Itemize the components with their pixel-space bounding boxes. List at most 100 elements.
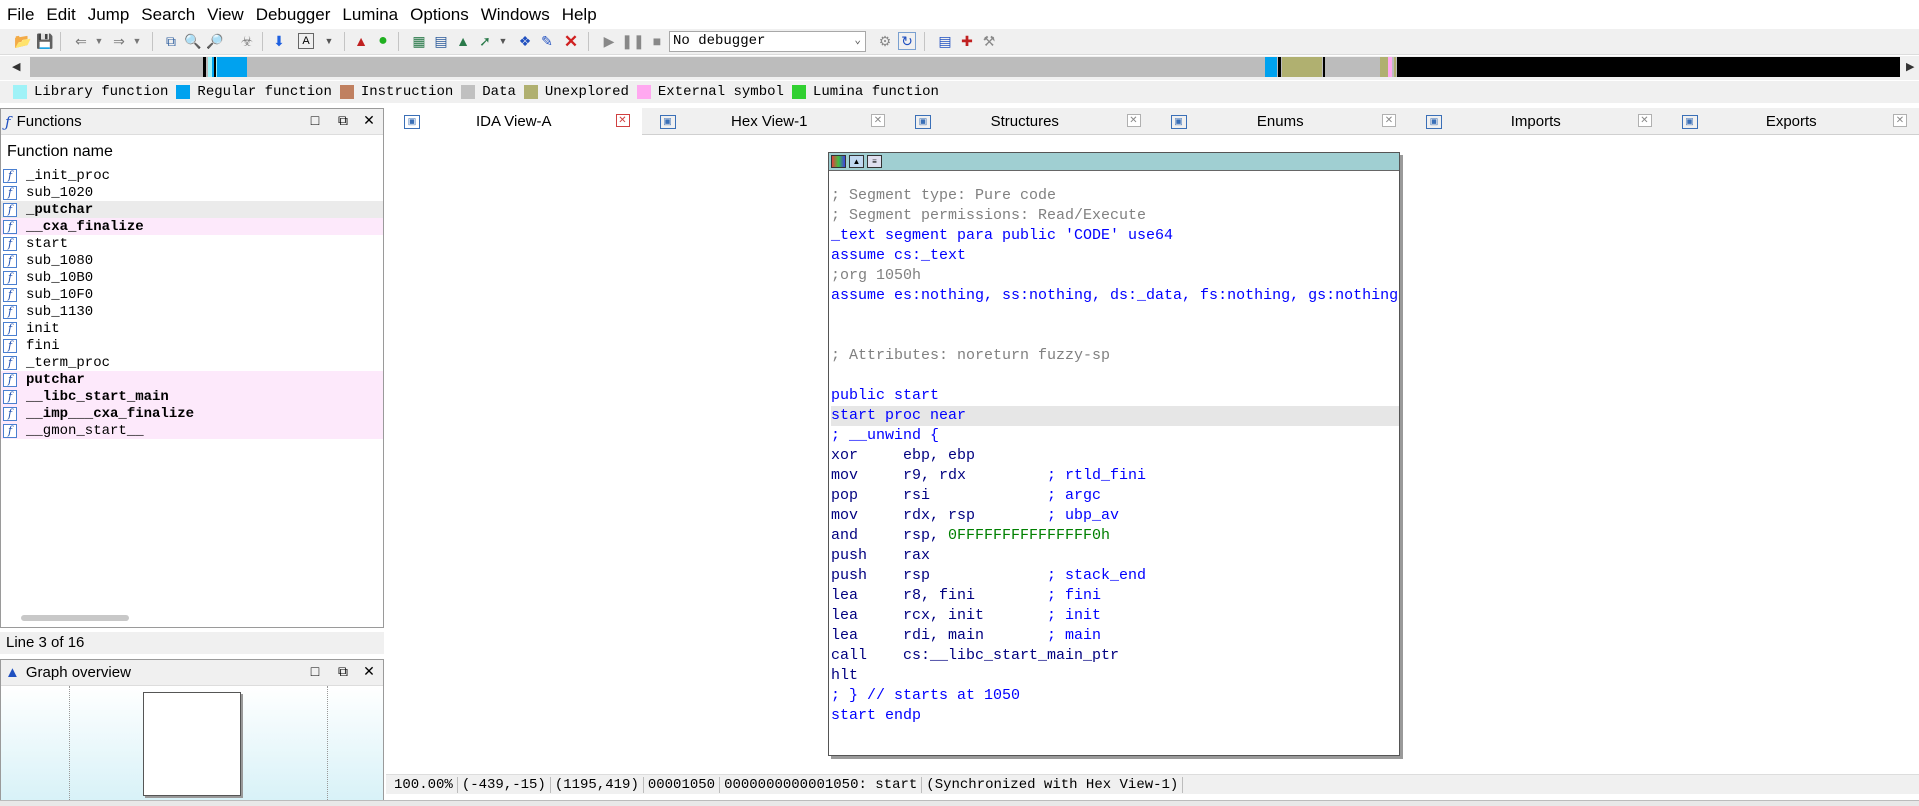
function-row[interactable]: f sub_1020 (1, 184, 383, 201)
tab-close-icon[interactable]: ✕ (1126, 114, 1141, 127)
back-icon[interactable]: ⇐ (72, 32, 90, 50)
tab-close-icon[interactable]: ✕ (1637, 114, 1652, 127)
disasm-line[interactable]: lea rcx, init ; init (831, 606, 1399, 626)
float-icon[interactable]: ⧉ (333, 663, 353, 680)
disasm-line[interactable]: pop rsi ; argc (831, 486, 1399, 506)
tab-close-icon[interactable]: ✕ (615, 114, 630, 127)
binary-search-icon[interactable]: ☣ (238, 32, 256, 50)
graph-overview-viewport[interactable] (143, 692, 241, 796)
disasm-line[interactable]: ; __unwind { (831, 426, 1399, 446)
pause-icon[interactable]: ❚❚ (621, 32, 644, 50)
disasm-line[interactable] (831, 326, 1399, 346)
float-icon[interactable]: ⧉ (333, 112, 353, 129)
close-icon[interactable]: ✕ (359, 663, 379, 680)
disasm-line[interactable]: _text segment para public 'CODE' use64 (831, 226, 1399, 246)
play-icon[interactable]: ▶ (600, 32, 618, 50)
menu-search[interactable]: Search (138, 5, 204, 25)
text-icon[interactable]: A (298, 33, 314, 49)
disasm-line[interactable] (831, 366, 1399, 386)
graph-node-start[interactable]: ▲ ≡ ; Segment type: Pure code ; Segment p… (828, 152, 1400, 756)
stop-icon[interactable]: ■ (648, 32, 666, 50)
menu-options[interactable]: Options (407, 5, 478, 25)
function-row[interactable]: f __libc_start_main (1, 388, 383, 405)
attach-icon[interactable]: ⚙ (876, 32, 894, 50)
menu-lumina[interactable]: Lumina (339, 5, 407, 25)
disasm-line[interactable]: start proc near (831, 406, 1399, 426)
function-row[interactable]: f fini (1, 337, 383, 354)
function-row[interactable]: f sub_1080 (1, 252, 383, 269)
struct-add-icon[interactable]: ▦ (410, 32, 428, 50)
tools-icon[interactable]: ⚒ (980, 32, 998, 50)
open-icon[interactable]: 📂 (14, 32, 32, 50)
run-circle-icon[interactable]: ● (374, 32, 392, 50)
tab-ida-view-a[interactable]: ▣ IDA View-A ✕ (386, 108, 642, 135)
disasm-line[interactable]: assume es:nothing, ss:nothing, ds:_data,… (831, 286, 1399, 306)
disasm-line[interactable]: ; Segment permissions: Read/Execute (831, 206, 1399, 226)
disasm-line[interactable]: ; Segment type: Pure code (831, 186, 1399, 206)
disasm-line[interactable]: assume cs:_text (831, 246, 1399, 266)
patch-icon[interactable]: ❖ (516, 32, 534, 50)
menu-help[interactable]: Help (559, 5, 606, 25)
tab-close-icon[interactable]: ✕ (1382, 114, 1396, 127)
function-row[interactable]: f __imp___cxa_finalize (1, 405, 383, 422)
debugger-select[interactable]: No debugger ⌄ (669, 31, 866, 52)
arrow-dropdown-icon[interactable]: ▼ (494, 32, 512, 50)
function-row[interactable]: f _term_proc (1, 354, 383, 371)
menu-edit[interactable]: Edit (43, 5, 84, 25)
function-row[interactable]: f putchar (1, 371, 383, 388)
add-breakpoint-icon[interactable]: ✚ (958, 32, 976, 50)
function-row[interactable]: f _putchar (1, 201, 383, 218)
tab-close-icon[interactable]: ✕ (871, 114, 885, 127)
menu-file[interactable]: File (4, 5, 43, 25)
disasm-line[interactable]: call cs:__libc_start_main_ptr (831, 646, 1399, 666)
close-icon[interactable]: ✕ (359, 112, 379, 129)
graph-icon[interactable]: ▲ (352, 32, 370, 50)
function-row[interactable]: f __cxa_finalize (1, 218, 383, 235)
disasm-line[interactable]: push rsp ; stack_end (831, 566, 1399, 586)
tab-close-icon[interactable]: ✕ (1893, 114, 1907, 127)
find-next-icon[interactable]: 🔎 (206, 32, 224, 50)
function-row[interactable]: f init (1, 320, 383, 337)
step-icon[interactable]: ↻ (898, 32, 916, 50)
maximize-icon[interactable]: □ (305, 112, 325, 128)
menu-view[interactable]: View (204, 5, 253, 25)
tab-hex-view-1[interactable]: ▣ Hex View-1 ✕ (642, 108, 898, 135)
menu-debugger[interactable]: Debugger (253, 5, 340, 25)
copy-icon[interactable]: ⧉ (162, 32, 180, 50)
function-name-header[interactable]: Function name (1, 135, 383, 167)
function-row[interactable]: f sub_10B0 (1, 269, 383, 286)
breakpoint-icon[interactable]: ▤ (936, 32, 954, 50)
text-dropdown-icon[interactable]: ▼ (320, 32, 338, 50)
back-dropdown-icon[interactable]: ▼ (90, 32, 108, 50)
node-color-icon[interactable] (831, 155, 846, 168)
menu-windows[interactable]: Windows (478, 5, 559, 25)
disasm-line[interactable]: lea rdi, main ; main (831, 626, 1399, 646)
node-graph-icon[interactable]: ▲ (849, 155, 864, 168)
disasm-line[interactable] (831, 306, 1399, 326)
disasm-line[interactable]: start endp (831, 706, 1399, 726)
maximize-icon[interactable]: □ (305, 663, 325, 679)
tab-exports[interactable]: ▣ Exports ✕ (1664, 108, 1919, 135)
disasm-line[interactable]: xor ebp, ebp (831, 446, 1399, 466)
save-icon[interactable]: 💾 (36, 32, 54, 50)
disasm-line[interactable]: push rax (831, 546, 1399, 566)
forward-dropdown-icon[interactable]: ▼ (128, 32, 146, 50)
nav-left-arrow-icon[interactable]: ◀ (12, 60, 20, 73)
nav-right-arrow-icon[interactable]: ▶ (1906, 60, 1914, 73)
function-row[interactable]: f sub_1130 (1, 303, 383, 320)
disasm-line[interactable]: public start (831, 386, 1399, 406)
jump-down-icon[interactable]: ⬇ (270, 32, 288, 50)
function-row[interactable]: f sub_10F0 (1, 286, 383, 303)
forward-icon[interactable]: ⇒ (110, 32, 128, 50)
stop-red-icon[interactable]: ✕ (562, 32, 580, 50)
horizontal-scrollbar[interactable] (21, 615, 129, 621)
enum-add-icon[interactable]: ▤ (432, 32, 450, 50)
tab-structures[interactable]: ▣ Structures ✕ (897, 108, 1153, 135)
disasm-line[interactable]: mov r9, rdx ; rtld_fini (831, 466, 1399, 486)
function-row[interactable]: f start (1, 235, 383, 252)
disasm-line[interactable]: hlt (831, 666, 1399, 686)
disasm-line[interactable]: ;org 1050h (831, 266, 1399, 286)
disasm-line[interactable]: mov rdx, rsp ; ubp_av (831, 506, 1399, 526)
xref-icon[interactable]: ▲ (454, 32, 472, 50)
tab-imports[interactable]: ▣ Imports ✕ (1408, 108, 1664, 135)
